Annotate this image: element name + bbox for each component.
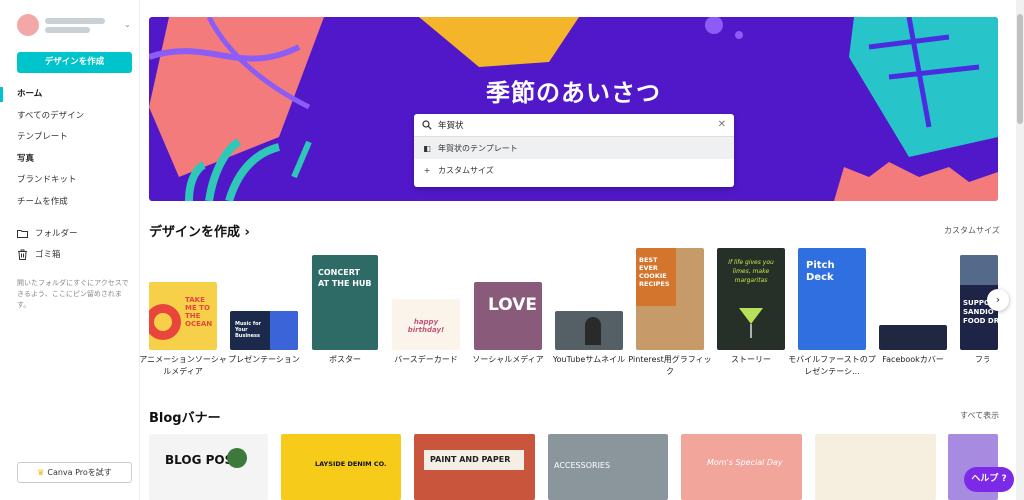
- search-input[interactable]: 年賀状 ✕: [414, 114, 734, 137]
- template-label[interactable]: ソーシャルメディア: [463, 354, 553, 366]
- hero-title: 季節のあいさつ: [486, 79, 661, 107]
- see-all-link[interactable]: すべて表示: [960, 410, 999, 421]
- suggestion-item[interactable]: + カスタムサイズ: [414, 159, 734, 181]
- template-thumb-mobile-presentation[interactable]: Pitch Deck: [798, 248, 866, 350]
- sidebar-item-home[interactable]: ホーム: [0, 84, 140, 106]
- template-label[interactable]: プレゼンテーション: [219, 354, 309, 366]
- chevron-right-icon: ›: [244, 225, 250, 240]
- template-label[interactable]: Pinterest用グラフィック: [625, 354, 715, 378]
- sidebar-item-trash[interactable]: ゴミ箱: [17, 248, 61, 260]
- sidebar-item-templates[interactable]: テンプレート: [0, 127, 140, 149]
- blog-section-title[interactable]: Blogバナー: [149, 407, 221, 426]
- template-thumb-pinterest[interactable]: BEST EVER COOKIE RECIPES: [636, 248, 704, 350]
- template-thumb-animated-social[interactable]: TAKE ME TO THE OCEAN: [149, 282, 217, 350]
- blog-banner-6[interactable]: [815, 434, 936, 500]
- chevron-right-icon[interactable]: ›: [987, 289, 1009, 311]
- sidebar-item-label: ゴミ箱: [35, 250, 61, 260]
- search-box: 年賀状 ✕ ◧ 年賀状のテンプレート + カスタムサイズ: [414, 114, 734, 187]
- sidebar: ⌄ デザインを作成 ホーム すべてのデザイン テンプレート 写真 ブランドキット…: [0, 0, 140, 500]
- template-label[interactable]: ストーリー: [706, 354, 796, 366]
- help-button[interactable]: ヘルプ ?: [964, 467, 1014, 492]
- crown-icon: ♛: [37, 468, 45, 477]
- template-thumb-youtube[interactable]: [555, 311, 623, 350]
- template-thumb-presentation[interactable]: Music for Your Business: [230, 311, 298, 350]
- create-section-title[interactable]: デザインを作成 ›: [149, 221, 250, 240]
- search-icon: [422, 120, 432, 130]
- blog-banner-4[interactable]: ACCESSORIES: [548, 434, 668, 500]
- custom-size-link[interactable]: カスタムサイズ: [944, 225, 1000, 236]
- sidebar-nav: ホーム すべてのデザイン テンプレート 写真 ブランドキット チームを作成: [0, 84, 140, 213]
- template-thumb-story[interactable]: If life gives you limes, make margaritas: [717, 248, 785, 350]
- search-value: 年賀状: [438, 121, 464, 131]
- sidebar-item-folders[interactable]: フォルダー: [17, 227, 78, 239]
- template-label[interactable]: フライ: [949, 354, 989, 366]
- hero-banner: 季節のあいさつ 年賀状 ✕ ◧ 年賀状のテンプレート + カスタムサイズ: [149, 17, 998, 201]
- folder-icon: [17, 229, 28, 238]
- template-thumb-poster[interactable]: CONCERT AT THE HUB: [312, 255, 378, 350]
- pinned-folders-hint: 開いたフォルダにすぐにアクセスできるよう、ここにピン留めされます。: [17, 279, 129, 309]
- template-label[interactable]: モバイルファーストのプレゼンテーシ...: [787, 354, 877, 378]
- try-pro-button[interactable]: ♛ Canva Proを試す: [17, 462, 132, 483]
- template-label[interactable]: アニメーションソーシャルメディア: [138, 354, 228, 378]
- template-thumb-facebook-cover[interactable]: [879, 325, 947, 350]
- template-thumb-social-media[interactable]: LOVE: [474, 282, 542, 350]
- blog-banner-1[interactable]: BLOG POST: [149, 434, 268, 500]
- scrollbar[interactable]: [1016, 0, 1024, 500]
- template-label[interactable]: YouTubeサムネイル: [544, 354, 634, 366]
- close-icon[interactable]: ✕: [718, 119, 726, 130]
- avatar[interactable]: [17, 14, 39, 36]
- chevron-down-icon[interactable]: ⌄: [124, 20, 131, 29]
- sidebar-item-photos[interactable]: 写真: [0, 149, 140, 171]
- template-icon: ◧: [423, 143, 431, 153]
- blog-banner-5[interactable]: Mom's Special Day: [681, 434, 802, 500]
- blog-banner-2[interactable]: LAYSIDE DENIM CO.: [281, 434, 401, 500]
- account-switcher[interactable]: [17, 14, 105, 36]
- sidebar-item-all-designs[interactable]: すべてのデザイン: [0, 106, 140, 128]
- blog-banner-3[interactable]: PAINT AND PAPER: [414, 434, 535, 500]
- suggestion-item[interactable]: ◧ 年賀状のテンプレート: [414, 137, 734, 159]
- template-label[interactable]: バースデーカード: [381, 354, 471, 366]
- create-design-button[interactable]: デザインを作成: [17, 52, 132, 73]
- trash-icon: [18, 249, 27, 260]
- template-label[interactable]: Facebookカバー: [868, 354, 958, 366]
- sidebar-item-create-team[interactable]: チームを作成: [0, 192, 140, 214]
- sidebar-item-label: フォルダー: [35, 229, 78, 239]
- sidebar-item-brand-kit[interactable]: ブランドキット: [0, 170, 140, 192]
- plus-icon: +: [423, 165, 431, 175]
- template-label[interactable]: ポスター: [300, 354, 390, 366]
- template-thumb-birthday-card[interactable]: happy birthday!: [392, 299, 460, 350]
